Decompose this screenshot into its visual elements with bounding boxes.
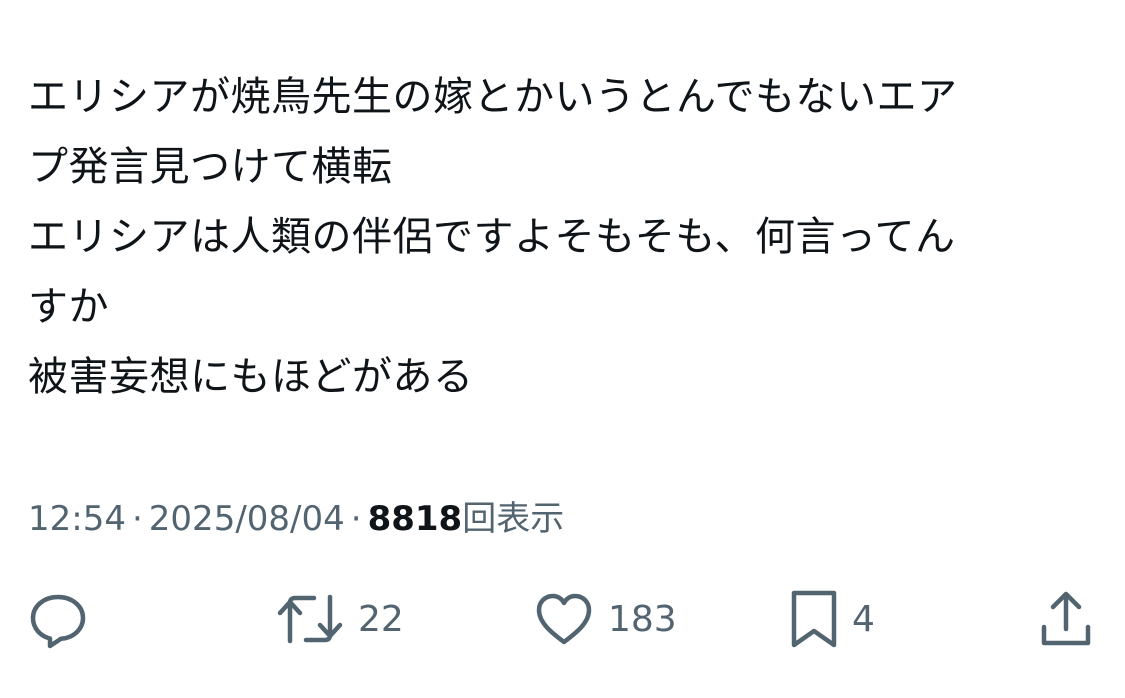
like-count: 183 (608, 598, 677, 640)
meta-separator: · (131, 499, 143, 539)
heart-icon (534, 589, 594, 649)
action-bar: 22 183 4 (0, 586, 1125, 652)
tweet-text: エリシアが焼鳥先生の嫁とかいうとんでもないエア プ発言見つけて横転 エリシアは人… (28, 62, 1088, 412)
share-button[interactable] (1036, 586, 1096, 652)
bookmark-icon (790, 589, 838, 649)
retweet-count: 22 (358, 598, 404, 640)
tweet-time[interactable]: 12:54 (28, 499, 126, 539)
like-button[interactable]: 183 (534, 586, 677, 652)
meta-separator: · (350, 499, 362, 539)
retweet-icon (276, 589, 344, 649)
bookmark-count: 4 (852, 598, 875, 640)
tweet-text-line: 被害妄想にもほどがある (28, 354, 474, 400)
retweet-button[interactable]: 22 (276, 586, 404, 652)
share-icon (1036, 589, 1096, 649)
bookmark-button[interactable]: 4 (790, 586, 875, 652)
tweet-text-line: エリシアは人類の伴侶ですよそもそも、何言ってん (28, 214, 956, 260)
reply-button[interactable] (28, 586, 88, 652)
views-count: 8818 (367, 499, 463, 539)
tweet-text-line: エリシアが焼鳥先生の嫁とかいうとんでもないエア (28, 74, 958, 120)
tweet-text-line: すか (28, 284, 109, 330)
views-label: 回表示 (462, 499, 565, 539)
tweet-date[interactable]: 2025/08/04 (149, 499, 345, 539)
reply-icon (28, 589, 88, 649)
tweet-text-line: プ発言見つけて横転 (28, 144, 393, 190)
tweet-meta: 12:54 · 2025/08/04 · 8818回表示 (28, 496, 564, 542)
